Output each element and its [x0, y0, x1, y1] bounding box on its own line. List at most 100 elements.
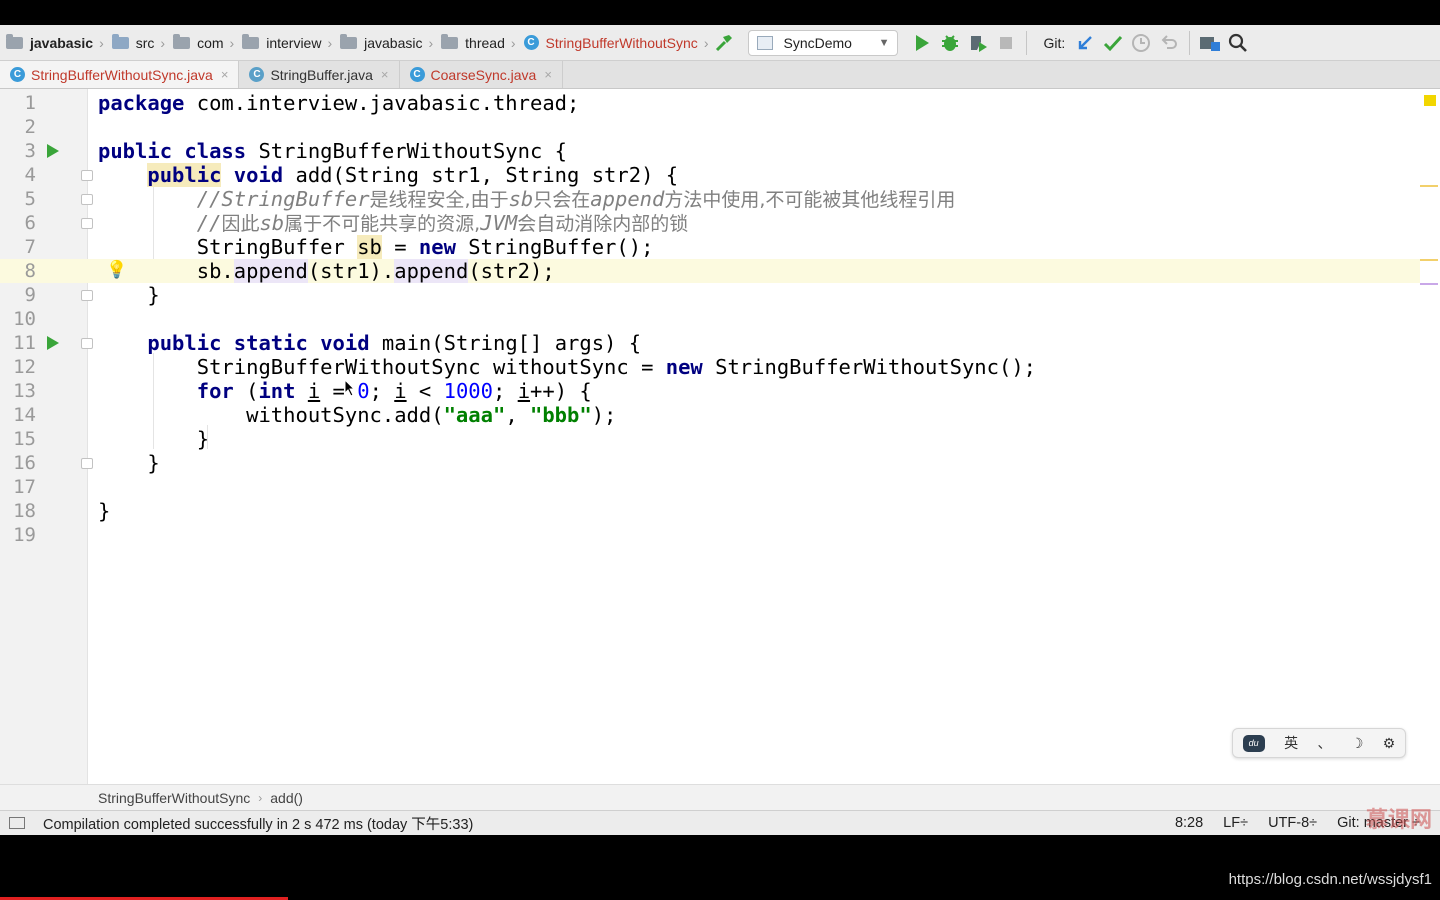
run-gutter-icon[interactable] [47, 336, 59, 350]
close-icon[interactable]: × [381, 67, 389, 82]
folder-icon [441, 33, 459, 49]
ime-settings-gear-icon[interactable]: ⚙ [1383, 735, 1396, 752]
input-method-toolbar[interactable]: du 英 、 ☽ ⚙ [1232, 728, 1406, 758]
run-gutter-icon[interactable] [47, 144, 59, 158]
git-commit-check-icon[interactable] [1099, 29, 1127, 57]
line-number: 18 [13, 500, 36, 522]
code-line: 14 withoutSync.add("aaa", "bbb"); [0, 403, 1420, 427]
source-url-watermark: https://blog.csdn.net/wssjdysf1 [1228, 871, 1432, 888]
warning-marker[interactable] [1420, 185, 1438, 187]
line-number: 14 [13, 404, 36, 426]
tab-stringbufferwithoutsync[interactable]: C StringBufferWithoutSync.java × [0, 61, 240, 88]
baidu-ime-icon[interactable]: du [1242, 734, 1265, 752]
debug-bug-icon[interactable] [936, 29, 964, 57]
fold-toggle-icon[interactable] [81, 338, 93, 349]
project-structure-icon[interactable] [1196, 29, 1224, 57]
run-icon[interactable] [908, 29, 936, 57]
line-number: 1 [24, 92, 36, 114]
history-clock-icon[interactable] [1127, 29, 1155, 57]
config-icon [757, 35, 774, 50]
nav-crumb-src[interactable]: src [106, 25, 159, 60]
tab-label: StringBufferWithoutSync.java [31, 66, 213, 83]
code-text: StringBuffer sb = new StringBuffer(); [196, 235, 654, 259]
chevron-right-icon: › [160, 34, 166, 51]
nav-crumb-project[interactable]: javabasic [0, 25, 97, 60]
revert-icon[interactable] [1155, 29, 1183, 57]
nav-crumb-interview[interactable]: interview [236, 25, 325, 60]
chevron-right-icon: › [510, 34, 516, 51]
nav-crumb-javabasic[interactable]: javabasic [334, 25, 426, 60]
fold-toggle-icon[interactable] [81, 290, 93, 301]
fold-toggle-icon[interactable] [81, 170, 93, 181]
ime-skin-moon-icon[interactable]: ☽ [1351, 735, 1364, 752]
code-line: 16 } [0, 451, 1420, 475]
tool-windows-icon[interactable] [9, 817, 25, 829]
tab-stringbuffer[interactable]: C StringBuffer.java × [239, 61, 400, 88]
fold-toggle-icon[interactable] [81, 194, 93, 205]
tab-label: CoarseSync.java [430, 66, 537, 83]
crumb-label: com [197, 34, 224, 51]
encoding-select[interactable]: UTF-8÷ [1268, 815, 1317, 831]
ime-punctuation-toggle[interactable]: 、 [1317, 733, 1331, 753]
code-text: withoutSync.add("aaa", "bbb"); [246, 403, 617, 427]
status-message: Compilation completed successfully in 2 … [43, 816, 474, 833]
line-number: 9 [24, 284, 36, 306]
ime-language-toggle[interactable]: 英 [1284, 733, 1298, 753]
status-bar: Compilation completed successfully in 2 … [0, 810, 1440, 835]
nav-crumb-class[interactable]: C StringBufferWithoutSync [518, 25, 702, 60]
code-line: 11 public static void main(String[] args… [0, 331, 1420, 355]
code-line: 17 [0, 475, 1420, 499]
watermark-logo: 慕课网 [1365, 808, 1432, 833]
search-icon[interactable] [1224, 29, 1252, 57]
code-line: 15 } [0, 427, 1420, 451]
code-editor[interactable]: 1 package com.interview.javabasic.thread… [0, 89, 1440, 784]
crumb-label: src [135, 34, 155, 51]
code-line: 1 package com.interview.javabasic.thread… [0, 91, 1420, 115]
run-with-coverage-icon[interactable] [964, 29, 992, 57]
code-line: 18 } [0, 499, 1420, 523]
error-stripe[interactable] [1420, 89, 1440, 784]
fold-toggle-icon[interactable] [81, 458, 93, 469]
mouse-cursor-icon [344, 379, 356, 397]
code-text: package com.interview.javabasic.thread; [98, 91, 580, 115]
analysis-status-icon[interactable] [1424, 95, 1436, 106]
code-text: } [147, 451, 160, 475]
fold-toggle-icon[interactable] [81, 218, 93, 229]
class-icon: C [10, 67, 25, 82]
code-line: 5 //StringBuffer是线程安全,由于sb只会在append方法中使用… [0, 187, 1420, 211]
toolbar-separator [1026, 30, 1028, 55]
nav-crumb-com[interactable]: com [167, 25, 227, 60]
close-icon[interactable]: × [544, 67, 552, 82]
class-icon: C [523, 35, 539, 50]
code-text: sb.append(str1).append(str2); [196, 259, 555, 283]
line-number: 2 [24, 116, 36, 138]
code-breadcrumb: StringBufferWithoutSync › add() [0, 784, 1440, 810]
nav-crumb-thread[interactable]: thread [435, 25, 509, 60]
warning-marker[interactable] [1420, 259, 1438, 261]
chevron-down-icon: ▼ [878, 36, 890, 49]
folder-icon [173, 33, 191, 49]
code-line: 19 [0, 523, 1420, 547]
breadcrumb-method[interactable]: add() [270, 790, 303, 806]
code-line-current: 8 💡 sb.append(str1).append(str2); [0, 259, 1420, 283]
git-update-icon[interactable] [1071, 29, 1099, 57]
line-number: 7 [24, 236, 36, 258]
line-separator-select[interactable]: LF÷ [1223, 815, 1248, 831]
chevron-right-icon: › [258, 790, 263, 805]
code-line: 7 StringBuffer sb = new StringBuffer(); [0, 235, 1420, 259]
navigation-bar: javabasic › src › com › interview › java… [0, 25, 1440, 61]
close-icon[interactable]: × [221, 67, 229, 82]
caret-position[interactable]: 8:28 [1175, 815, 1203, 831]
editor-tabs: C StringBufferWithoutSync.java × C Strin… [0, 61, 1440, 89]
code-line: 4 public void add(String str1, String st… [0, 163, 1420, 187]
breadcrumb-class[interactable]: StringBufferWithoutSync [98, 790, 250, 806]
code-text: } [147, 283, 160, 307]
run-configuration-select[interactable]: SyncDemo ▼ [748, 29, 899, 56]
build-hammer-icon[interactable] [710, 29, 738, 57]
chevron-right-icon: › [703, 34, 709, 51]
line-number: 5 [24, 188, 36, 210]
stop-icon[interactable] [992, 29, 1020, 57]
usage-marker[interactable] [1420, 283, 1438, 285]
tab-coarsesync[interactable]: C CoarseSync.java × [400, 61, 563, 88]
code-line: 9 } [0, 283, 1420, 307]
